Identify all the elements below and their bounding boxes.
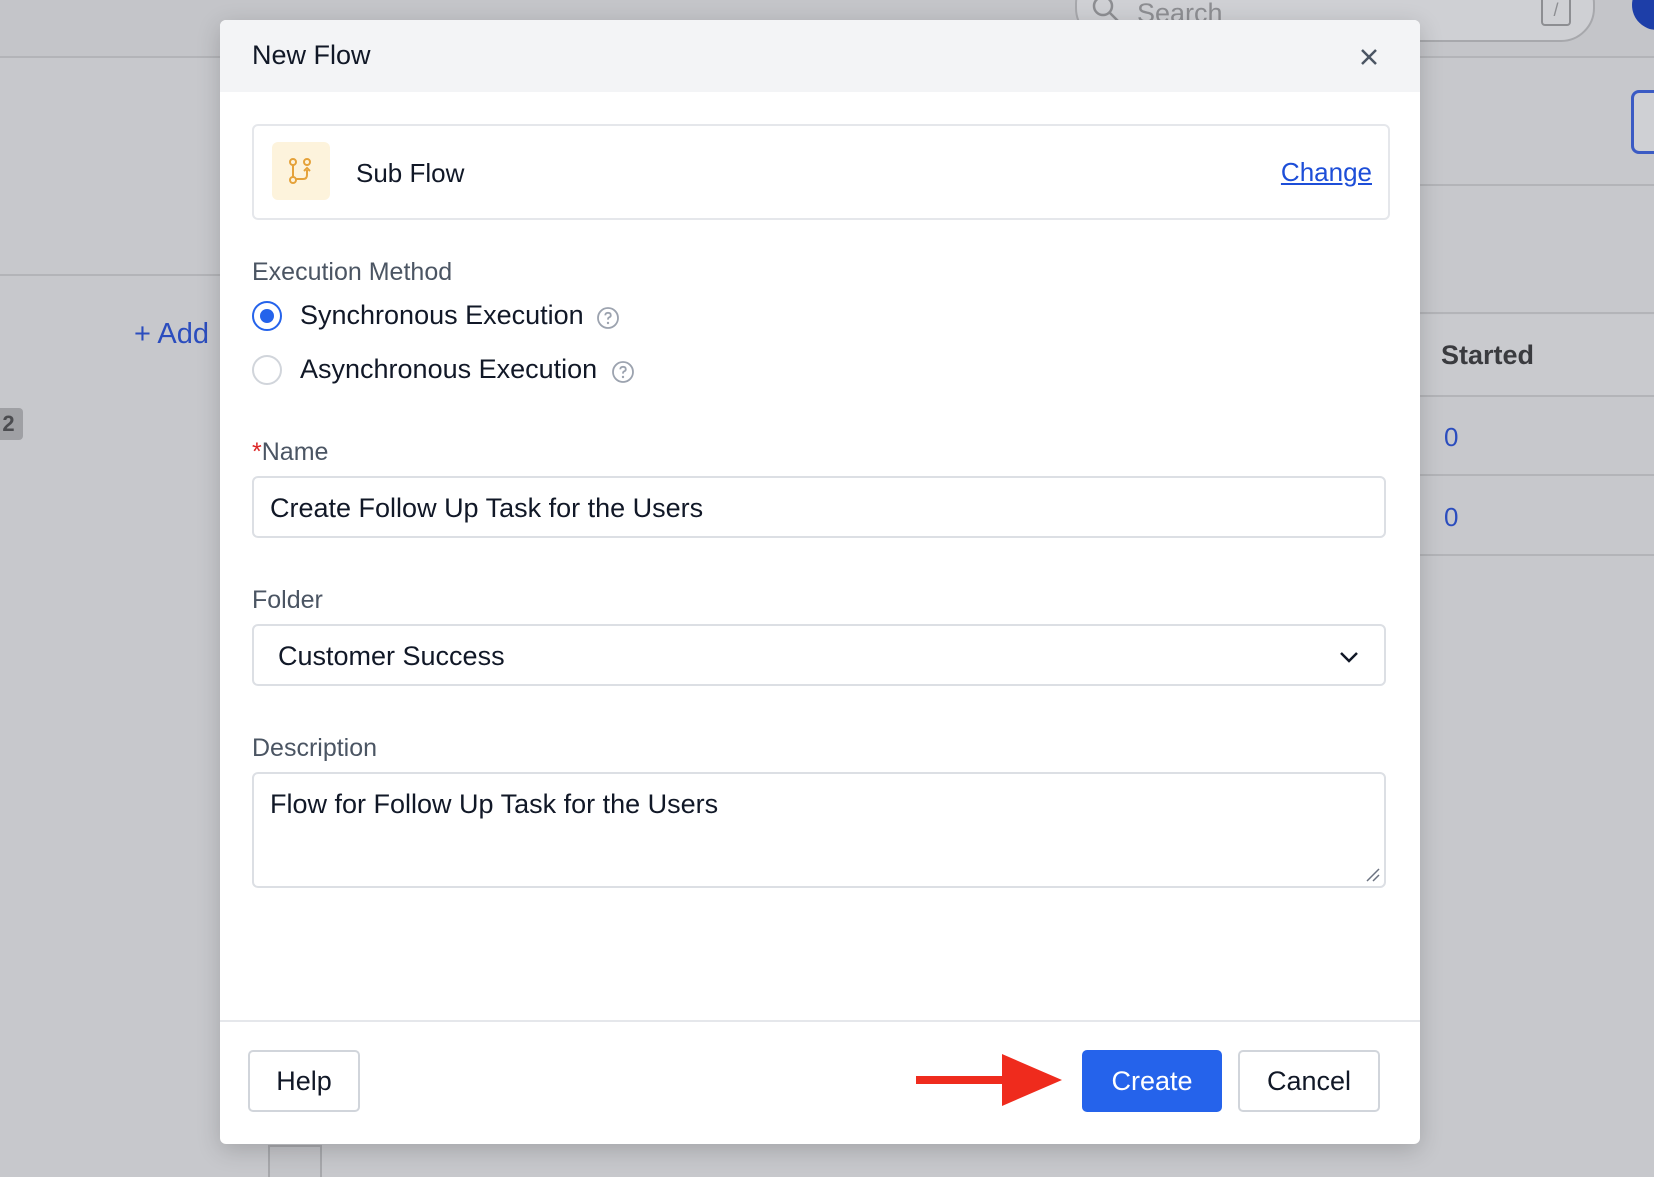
folder-select[interactable]: Customer Success: [252, 624, 1386, 686]
divider: [1420, 474, 1654, 476]
background-tab: [268, 1145, 322, 1177]
radio-button-selected[interactable]: [252, 301, 282, 331]
cancel-button[interactable]: Cancel: [1238, 1050, 1380, 1112]
table-cell-started[interactable]: 0: [1444, 422, 1458, 453]
divider: [1420, 312, 1654, 314]
close-icon: [1361, 49, 1377, 65]
radio-asynchronous-execution[interactable]: Asynchronous Execution: [252, 354, 652, 388]
footer-divider: [220, 1020, 1420, 1022]
help-icon[interactable]: [611, 360, 635, 384]
create-button[interactable]: Create: [1082, 1050, 1222, 1112]
radio-label: Synchronous Execution: [300, 300, 584, 330]
toolbar-button[interactable]: [1631, 90, 1654, 154]
name-input-value: Create Follow Up Task for the Users: [270, 493, 704, 523]
table-cell-started[interactable]: 0: [1444, 502, 1458, 533]
annotation-arrow-icon: [916, 1054, 1062, 1106]
dialog-title: New Flow: [252, 40, 371, 70]
radio-button-unselected[interactable]: [252, 355, 282, 385]
radio-label: Asynchronous Execution: [300, 354, 598, 384]
description-field-label: Description: [252, 734, 378, 762]
folder-field-label: Folder: [252, 586, 323, 614]
resize-handle-icon[interactable]: [1364, 866, 1380, 882]
help-icon[interactable]: [596, 306, 620, 330]
name-label-text: Name: [261, 438, 329, 466]
description-value: Flow for Follow Up Task for the Users: [270, 789, 719, 819]
sub-flow-icon: [272, 142, 330, 200]
divider: [0, 274, 220, 276]
radio-synchronous-execution[interactable]: Synchronous Execution: [252, 300, 652, 334]
divider: [1420, 554, 1654, 556]
description-textarea[interactable]: Flow for Follow Up Task for the Users: [252, 772, 1386, 888]
search-shortcut-key: /: [1541, 0, 1571, 26]
divider: [1420, 395, 1654, 397]
name-input[interactable]: Create Follow Up Task for the Users: [252, 476, 1386, 538]
count-badge: 2: [0, 408, 23, 440]
folder-select-value: Customer Success: [278, 641, 505, 671]
add-button[interactable]: + Add: [134, 318, 209, 351]
required-mark: *: [252, 438, 262, 466]
new-flow-dialog: New Flow Sub Flow Change Execution Metho…: [220, 20, 1420, 1144]
flow-type-card: Sub Flow Change: [252, 124, 1390, 220]
name-field-label: *Name: [252, 438, 328, 467]
help-button[interactable]: Help: [248, 1050, 360, 1112]
execution-method-label: Execution Method: [252, 258, 453, 286]
column-header-started: Started: [1441, 340, 1535, 370]
flow-type-label: Sub Flow: [356, 158, 465, 188]
divider: [1420, 184, 1654, 186]
change-flow-type-link[interactable]: Change: [1281, 157, 1372, 188]
dialog-header: New Flow: [220, 20, 1420, 92]
chevron-down-icon: [1336, 644, 1362, 670]
close-button[interactable]: [1352, 40, 1386, 74]
